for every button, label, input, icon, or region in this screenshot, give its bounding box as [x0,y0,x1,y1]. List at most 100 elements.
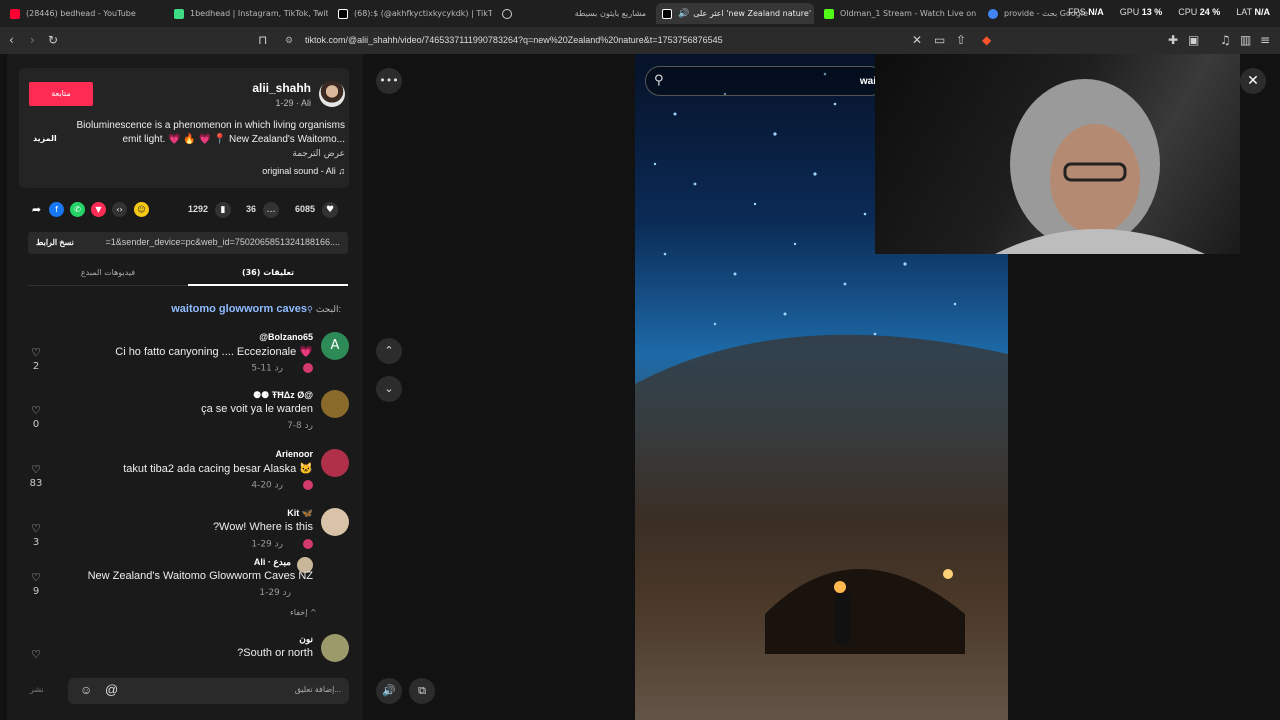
address-bar[interactable]: ⚙ tiktok.com/@alii_shahh/video/746533711… [280,31,1000,50]
comment-text: ?South or north [237,647,313,659]
translate-link[interactable]: عرض الترجمة [292,149,345,159]
comment-meta: 1-29 رد [251,539,313,550]
sidebar-icon[interactable]: ▥ [1240,33,1251,47]
browser-tab-bar: (28446) bedhead - YouTube 1bedhead | Ins… [0,0,1280,27]
share-url: =1&sender_device=pc&web_id=7502065851324… [105,237,340,247]
bookmark-icon[interactable]: ▮ [215,202,231,218]
reaction-icon [303,539,313,549]
heart-icon[interactable]: ♥ [322,202,338,218]
comment-text: takut tiba2 ada cacing besar Alaska 🐱 [123,463,313,475]
author-avatar[interactable] [319,81,345,107]
commenter-avatar[interactable] [321,508,349,536]
tab-creator-videos[interactable]: فيديوهات المبدع [28,262,188,286]
comment-icon[interactable]: … [263,202,279,218]
post-description: Bioluminescence is a phenomenon in which… [76,120,345,131]
comment-input[interactable]: ☺ @ إضافة تعليق... [68,678,349,704]
comment-item: نون ?South or north ♡ [28,634,349,674]
share-icon[interactable]: ⇧ [956,33,966,47]
previous-video-button[interactable]: ⌃ [376,338,402,364]
no-cast-icon[interactable]: ✕ [912,33,922,47]
whatsapp-icon[interactable]: ✆ [70,202,85,217]
like-icon[interactable]: ♡ [28,522,44,535]
tab-youtube[interactable]: (28446) bedhead - YouTube [4,3,164,24]
embed-icon[interactable]: ‹› [112,202,127,217]
facebook-icon[interactable]: f [49,202,64,217]
forward-icon[interactable]: › [30,33,35,47]
related-search[interactable]: waitomo glowworm caves⚲ البحث: [171,303,341,315]
next-video-button[interactable]: ⌄ [376,376,402,402]
back-icon[interactable]: ‹ [9,33,14,47]
pip-button[interactable]: ⧉ [409,678,435,704]
replier-name[interactable]: Ali · مبدع [254,557,291,568]
commenter-name[interactable]: Kit 🦋 [287,508,313,519]
copy-link-button[interactable]: نسخ الرابط [36,232,74,254]
like-count: 9 [32,586,40,597]
like-icon[interactable]: ♡ [28,571,44,584]
commenter-avatar[interactable]: A [321,332,349,360]
comment-meta: 4-20 رد [251,480,313,491]
link-icon [174,8,184,19]
tab-kick[interactable]: Oldman_1 Stream - Watch Live on Kick [818,3,978,24]
comments-count: 36 [246,204,257,214]
commenter-name[interactable]: نون [299,634,313,645]
tab-search-icon[interactable]: ▣ [1188,33,1199,47]
send-icon[interactable]: ▼ [91,202,106,217]
like-icon[interactable]: ♡ [28,648,44,661]
comment-item: Kit 🦋 ?Wow! Where is this 1-29 رد ♡ 3 [28,508,349,554]
picture-in-picture-icon[interactable]: ▭ [934,33,945,47]
tab-python-projects[interactable]: مشاريع بايثون بسيطة [524,3,654,24]
tab-blank[interactable] [496,3,520,24]
like-icon[interactable]: ♡ [28,404,44,417]
post-button[interactable]: نشر [30,685,44,694]
close-button[interactable]: ✕ [1240,68,1266,94]
follow-button[interactable]: متابعة [29,82,93,106]
video-search-bar[interactable]: ⚲ wai [645,66,885,96]
commenter-name[interactable]: Arienoor [275,449,313,459]
comment-meta: 5-11 رد [251,363,313,374]
tiktok-icon [662,8,672,19]
like-count: 83 [29,478,43,489]
search-term[interactable]: waitomo glowworm caves [171,303,307,315]
mention-icon[interactable]: @ [105,682,118,697]
commenter-avatar[interactable] [321,449,349,477]
brave-shield-icon[interactable]: ◆ [982,33,991,47]
more-options-button[interactable]: ••• [376,68,402,94]
post-card: متابعة alii_shahh 1-29 · Ali Bioluminesc… [19,68,349,188]
tab-instagram[interactable]: 1bedhead | Instagram, TikTok, Twitch [168,3,328,24]
menu-icon[interactable]: ≡ [1260,33,1270,47]
search-icon: ⚲ [306,305,313,314]
comment-placeholder: إضافة تعليق... [294,685,341,694]
friends-icon[interactable]: ☺ [134,202,149,217]
comments-panel: متابعة alii_shahh 1-29 · Ali Bioluminesc… [7,54,363,720]
like-count: 2 [32,361,40,372]
browser-toolbar: ‹ › ↻ ⊓ ⚙ tiktok.com/@alii_shahh/video/7… [0,27,1280,54]
commenter-avatar[interactable] [321,390,349,418]
tab-tiktok-profile[interactable]: (68):$ (@akhfkyctixkycykdk) | TikTok [332,3,492,24]
speaker-icon: 🔊 [678,8,690,19]
commenter-name[interactable]: ⚈⚈ ŦĦΔz Ø@ [253,390,313,401]
reload-icon[interactable]: ↻ [48,33,58,47]
media-control-icon[interactable]: ♫ [1220,33,1231,47]
youtube-icon [10,8,20,19]
kick-icon [824,8,834,19]
hide-replies-button[interactable]: إخفاء ^ [290,608,317,617]
like-icon[interactable]: ♡ [28,346,44,359]
commenter-name[interactable]: @Bolzano65 [259,332,313,342]
google-icon [988,8,998,19]
volume-button[interactable]: 🔊 [376,678,402,704]
forward-share-icon[interactable]: ➦ [29,202,44,217]
search-label: البحث: [315,304,341,314]
bookmark-icon[interactable]: ⊓ [258,33,267,47]
emoji-icon[interactable]: ☺ [80,683,92,697]
more-link[interactable]: المزيد [33,134,57,143]
globe-icon [502,8,512,19]
tab-tiktok-search[interactable]: 🔊اعثر على 'new Zealand nature'✕ [656,3,814,24]
like-icon[interactable]: ♡ [28,463,44,476]
extensions-icon[interactable]: ✚ [1168,33,1178,47]
commenter-avatar[interactable] [321,634,349,662]
author-username[interactable]: alii_shahh [252,81,311,95]
webcam-overlay [875,54,1240,254]
site-info-icon[interactable]: ⚙ [285,31,293,50]
sound-link[interactable]: original sound - Ali ♫ [262,166,345,176]
tab-comments[interactable]: (36) تعليقات [188,262,348,286]
